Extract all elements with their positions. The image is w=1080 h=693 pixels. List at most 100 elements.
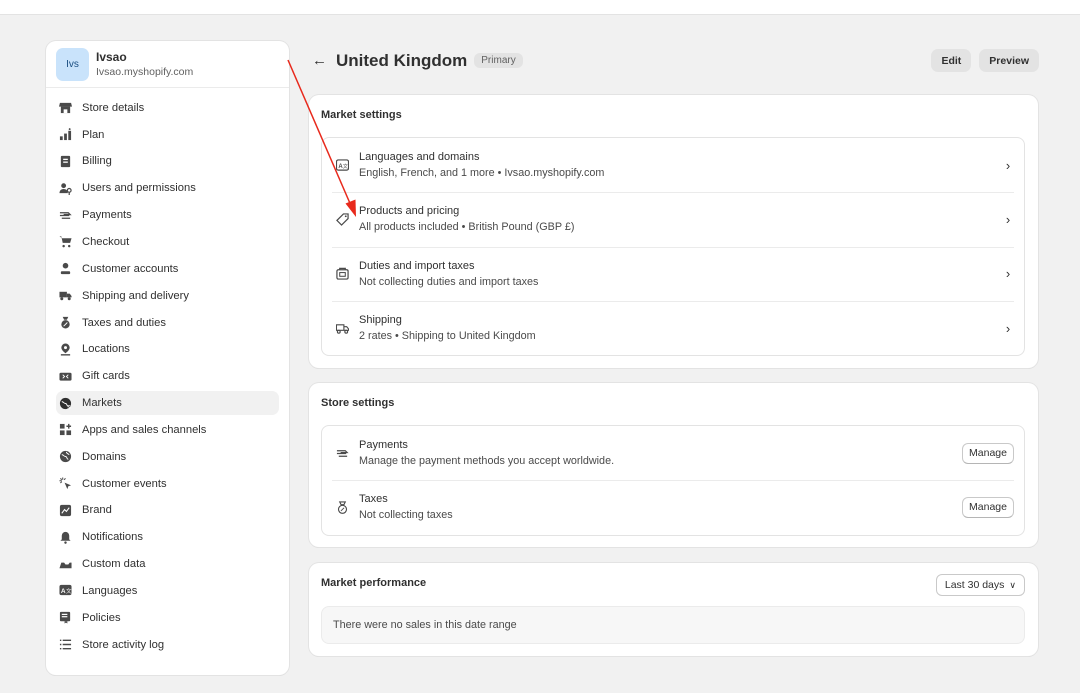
row-title: Taxes	[359, 493, 388, 506]
row-title: Products and pricing	[359, 205, 460, 218]
market-settings-card: Market settings A文 Languages and domains…	[309, 95, 1038, 368]
row-subtitle: Not collecting taxes	[359, 509, 453, 522]
settings-nav: Store details Plan Billing Users and per…	[46, 88, 289, 656]
chevron-right-icon: ›	[1005, 211, 1011, 227]
sidebar-item-taxes[interactable]: Taxes and duties	[56, 311, 279, 335]
row-subtitle: 2 rates • Shipping to United Kingdom	[359, 330, 536, 343]
users-icon	[58, 181, 72, 195]
sidebar-item-apps[interactable]: Apps and sales channels	[56, 418, 279, 442]
manage-payments-button[interactable]: Manage	[962, 442, 1014, 464]
settings-sidebar: Ivs Ivsao Ivsao.myshopify.com Store deta…	[46, 41, 289, 675]
truck-icon	[334, 320, 350, 336]
empty-state: There were no sales in this date range	[321, 606, 1025, 644]
chevron-right-icon: ›	[1005, 320, 1011, 336]
sidebar-item-label: Notifications	[82, 531, 143, 544]
sidebar-item-payments[interactable]: Payments	[56, 203, 279, 227]
store-avatar: Ivs	[56, 47, 89, 81]
bell-icon	[58, 530, 72, 544]
sidebar-item-label: Policies	[82, 611, 121, 624]
sidebar-item-domains[interactable]: Domains	[56, 445, 279, 469]
plan-chart-icon	[58, 128, 72, 142]
arrow-left-icon[interactable]: ←	[312, 53, 327, 68]
gift-card-icon	[58, 369, 72, 383]
person-icon	[58, 262, 72, 276]
chevron-right-icon: ›	[1005, 266, 1011, 282]
sidebar-item-label: Gift cards	[82, 370, 130, 383]
sidebar-item-label: Apps and sales channels	[82, 423, 207, 436]
payments-icon	[58, 208, 72, 222]
duties-row[interactable]: Duties and import taxes Not collecting d…	[322, 246, 1024, 301]
sidebar-item-activity-log[interactable]: Store activity log	[56, 633, 279, 657]
tax-bag-icon	[58, 316, 72, 330]
sidebar-item-checkout[interactable]: Checkout	[56, 230, 279, 254]
row-title: Languages and domains	[359, 151, 480, 164]
store-settings-title: Store settings	[321, 397, 395, 409]
market-performance-card: Market performance Last 30 days ∨ There …	[309, 563, 1038, 656]
manage-taxes-button[interactable]: Manage	[962, 496, 1014, 518]
sidebar-item-customer-accounts[interactable]: Customer accounts	[56, 257, 279, 281]
sidebar-item-billing[interactable]: Billing	[56, 150, 279, 174]
shipping-row[interactable]: Shipping 2 rates • Shipping to United Ki…	[322, 300, 1024, 355]
row-subtitle: All products included • British Pound (G…	[359, 221, 575, 234]
store-taxes-row: Taxes Not collecting taxes Manage	[322, 480, 1024, 534]
row-subtitle: Not collecting duties and import taxes	[359, 275, 539, 288]
sidebar-item-gift-cards[interactable]: Gift cards	[56, 364, 279, 388]
sidebar-item-languages[interactable]: A文 Languages	[56, 579, 279, 603]
price-tag-icon	[334, 211, 350, 227]
language-icon: A文	[58, 584, 72, 598]
row-title: Shipping	[359, 314, 402, 327]
duties-icon	[334, 266, 350, 282]
sidebar-item-customer-events[interactable]: Customer events	[56, 472, 279, 496]
store-settings-list: Payments Manage the payment methods you …	[321, 425, 1025, 536]
receipt-icon	[58, 154, 72, 168]
sidebar-item-label: Taxes and duties	[82, 316, 166, 329]
sidebar-item-label: Custom data	[82, 558, 146, 571]
language-icon: A文	[334, 157, 350, 173]
store-switcher[interactable]: Ivs Ivsao Ivsao.myshopify.com	[46, 41, 289, 88]
cart-icon	[58, 235, 72, 249]
market-settings-list: A文 Languages and domains English, French…	[321, 137, 1025, 357]
languages-domains-row[interactable]: A文 Languages and domains English, French…	[322, 138, 1024, 192]
sidebar-item-brand[interactable]: Brand	[56, 499, 279, 523]
edit-button[interactable]: Edit	[931, 49, 972, 72]
chevron-down-icon: ∨	[1009, 579, 1016, 590]
products-pricing-row[interactable]: Products and pricing All products includ…	[322, 192, 1024, 246]
sidebar-item-label: Customer events	[82, 477, 167, 490]
sidebar-item-label: Domains	[82, 450, 127, 463]
sidebar-item-label: Brand	[82, 504, 112, 517]
sidebar-item-policies[interactable]: Policies	[56, 606, 279, 630]
policy-icon	[58, 611, 72, 625]
sidebar-item-locations[interactable]: Locations	[56, 338, 279, 362]
store-domain: Ivsao.myshopify.com	[96, 66, 194, 78]
row-title: Payments	[359, 439, 408, 452]
sidebar-item-custom-data[interactable]: Custom data	[56, 552, 279, 576]
sidebar-item-plan[interactable]: Plan	[56, 123, 279, 147]
cursor-click-icon	[58, 477, 72, 491]
sidebar-item-label: Plan	[82, 128, 105, 141]
market-settings-title: Market settings	[321, 109, 402, 121]
svg-text:文: 文	[65, 587, 71, 595]
truck-icon	[58, 289, 72, 303]
sidebar-item-shipping[interactable]: Shipping and delivery	[56, 284, 279, 308]
date-range-value: Last 30 days	[944, 579, 1005, 591]
sidebar-item-store-details[interactable]: Store details	[56, 96, 279, 120]
sidebar-item-label: Checkout	[82, 235, 130, 248]
date-range-select[interactable]: Last 30 days ∨	[935, 574, 1025, 596]
apps-icon	[58, 423, 72, 437]
store-name: Ivsao	[96, 50, 127, 64]
brand-icon	[58, 503, 72, 517]
sidebar-item-label: Store details	[82, 101, 145, 114]
sidebar-item-notifications[interactable]: Notifications	[56, 526, 279, 550]
globe-market-icon: $	[58, 396, 72, 410]
top-bar	[0, 0, 1080, 15]
payments-icon	[334, 445, 350, 461]
sidebar-item-markets[interactable]: $ Markets	[56, 391, 279, 415]
location-pin-icon	[58, 342, 72, 356]
sidebar-item-label: Users and permissions	[82, 182, 196, 195]
sidebar-item-users[interactable]: Users and permissions	[56, 177, 279, 201]
svg-text:$: $	[67, 405, 70, 410]
preview-button[interactable]: Preview	[979, 49, 1039, 72]
row-subtitle: Manage the payment methods you accept wo…	[359, 455, 615, 468]
chevron-right-icon: ›	[1005, 157, 1011, 173]
globe-icon	[58, 450, 72, 464]
